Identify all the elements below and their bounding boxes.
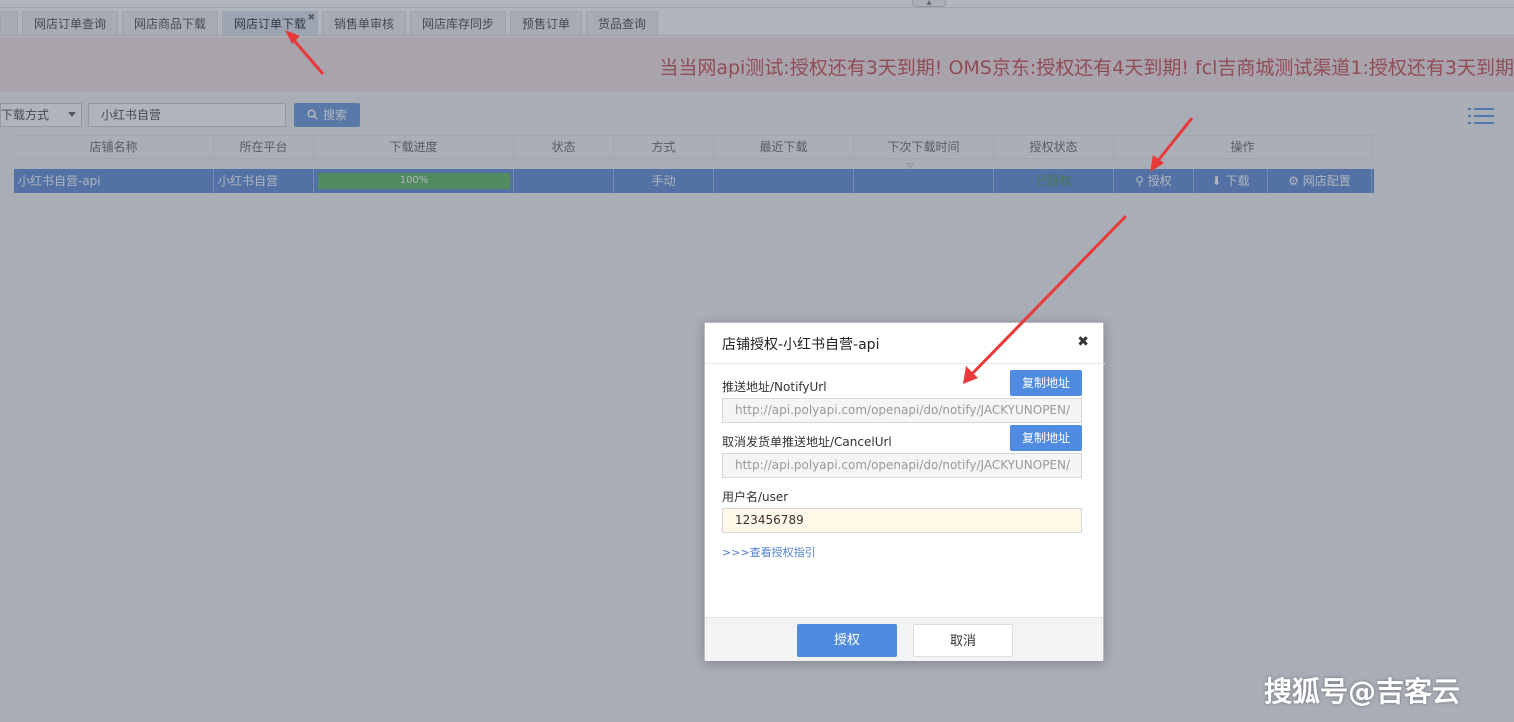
notify-url-label: 推送地址/NotifyUrl [722,380,827,394]
watermark: 搜狐号@吉客云 [1264,675,1461,708]
cancel-url-label: 取消发货单推送地址/CancelUrl [722,435,892,449]
notify-url-field[interactable]: http://api.polyapi.com/openapi/do/notify… [722,398,1082,423]
cancel-button[interactable]: 取消 [913,624,1013,657]
copy-notify-url-button[interactable]: 复制地址 [1010,370,1082,396]
dialog-divider [705,363,1105,364]
dialog-title: 店铺授权-小红书自营-api [722,337,880,353]
close-icon[interactable]: ✖ [1077,334,1089,350]
cancel-url-field[interactable]: http://api.polyapi.com/openapi/do/notify… [722,453,1082,478]
shop-auth-dialog: 店铺授权-小红书自营-api ✖ 推送地址/NotifyUrl 复制地址 htt… [704,322,1105,661]
auth-guide-link[interactable]: >>>查看授权指引 [722,544,816,560]
authorize-button[interactable]: 授权 [797,624,897,657]
user-label: 用户名/user [722,490,789,504]
dialog-footer: 授权 取消 [705,617,1103,661]
copy-cancel-url-button[interactable]: 复制地址 [1010,425,1082,451]
user-field[interactable]: 123456789 [722,508,1082,533]
